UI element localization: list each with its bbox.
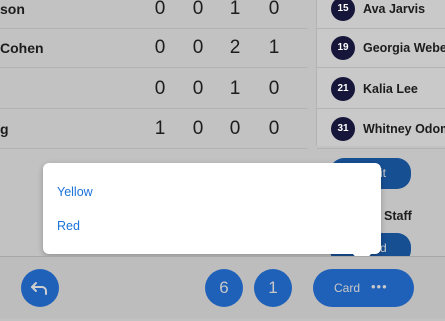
stat-cell: 1 xyxy=(229,0,241,19)
player-name: Cohen xyxy=(0,40,44,56)
player-name: g xyxy=(0,121,9,137)
player-list-item[interactable]: 19 Georgia Weber xyxy=(317,29,445,68)
stat-cell: 0 xyxy=(192,37,204,58)
counter-button-6[interactable]: 6 xyxy=(205,269,243,307)
staff-heading: Staff xyxy=(384,209,412,223)
jersey-number-badge: 15 xyxy=(331,0,355,21)
stat-cell: 0 xyxy=(268,118,280,139)
stat-cell: 2 xyxy=(229,37,241,58)
yellow-card-option[interactable]: Yellow xyxy=(57,185,93,199)
stat-cell: 0 xyxy=(192,78,204,99)
player-list-item[interactable]: 15 Ava Jarvis xyxy=(317,0,445,29)
player-list-name: Georgia Weber xyxy=(363,41,445,55)
table-row: 0 0 1 0 xyxy=(0,70,308,109)
table-row: Cohen 0 0 2 1 xyxy=(0,29,308,68)
stat-cell: 1 xyxy=(229,78,241,99)
card-color-popup: Yellow Red xyxy=(43,163,381,254)
red-card-option[interactable]: Red xyxy=(57,219,80,233)
player-list-name: Ava Jarvis xyxy=(363,2,426,16)
stat-cell: 0 xyxy=(192,118,204,139)
stat-cell: 0 xyxy=(268,78,280,99)
jersey-number-badge: 19 xyxy=(331,36,355,60)
stat-cell: 1 xyxy=(268,37,280,58)
scores-table: son 0 0 1 0 Cohen 0 0 2 1 0 0 1 0 g 1 0 … xyxy=(0,0,308,149)
stat-cell: 0 xyxy=(154,78,166,99)
jersey-number-badge: 21 xyxy=(331,77,355,101)
ellipsis-icon: ••• xyxy=(371,279,388,294)
counter-button-1[interactable]: 1 xyxy=(254,269,292,307)
card-button[interactable]: Card ••• xyxy=(313,269,414,307)
card-button-label: Card xyxy=(334,281,361,295)
player-list-name: Kalia Lee xyxy=(363,82,418,96)
stat-cell: 0 xyxy=(268,0,280,19)
player-name: son xyxy=(0,1,25,17)
stat-cell: 0 xyxy=(192,0,204,19)
add-staff-button-label: d xyxy=(380,241,387,255)
stat-cell: 0 xyxy=(154,0,166,19)
stat-cell: 0 xyxy=(154,37,166,58)
stat-cell: 1 xyxy=(154,118,166,139)
player-list-name: Whitney Odom xyxy=(363,122,445,136)
stat-cell: 0 xyxy=(229,118,241,139)
player-list-item[interactable]: 31 Whitney Odom xyxy=(317,110,445,149)
back-button[interactable] xyxy=(21,269,59,307)
undo-arrow-icon xyxy=(31,282,47,295)
table-row: son 0 0 1 0 xyxy=(0,0,308,29)
player-list: 15 Ava Jarvis 19 Georgia Weber 21 Kalia … xyxy=(316,0,445,149)
player-list-item[interactable]: 21 Kalia Lee xyxy=(317,70,445,109)
jersey-number-badge: 31 xyxy=(331,117,355,141)
table-row: g 1 0 0 0 xyxy=(0,110,308,149)
